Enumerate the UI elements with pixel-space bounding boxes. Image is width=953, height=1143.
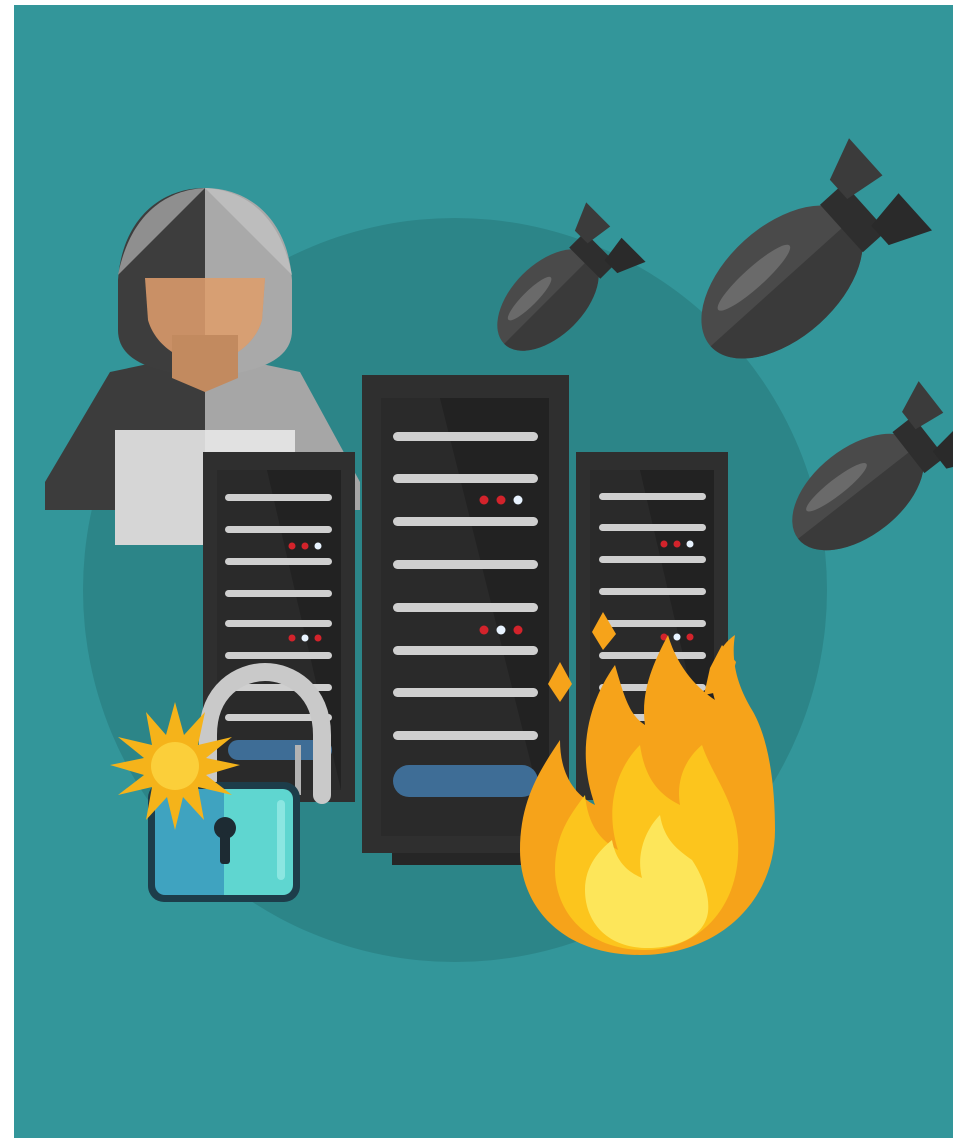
illustration xyxy=(0,0,953,1143)
spark-core xyxy=(151,742,199,790)
padlock-body-left xyxy=(155,789,224,895)
padlock-highlight xyxy=(277,800,285,880)
rack-center-button xyxy=(393,765,538,797)
server-rack-left xyxy=(203,452,355,802)
rack-center-base xyxy=(392,853,540,865)
laptop-shade xyxy=(115,430,205,545)
keyhole-slot xyxy=(220,832,230,864)
illustration-canvas xyxy=(0,0,953,1143)
